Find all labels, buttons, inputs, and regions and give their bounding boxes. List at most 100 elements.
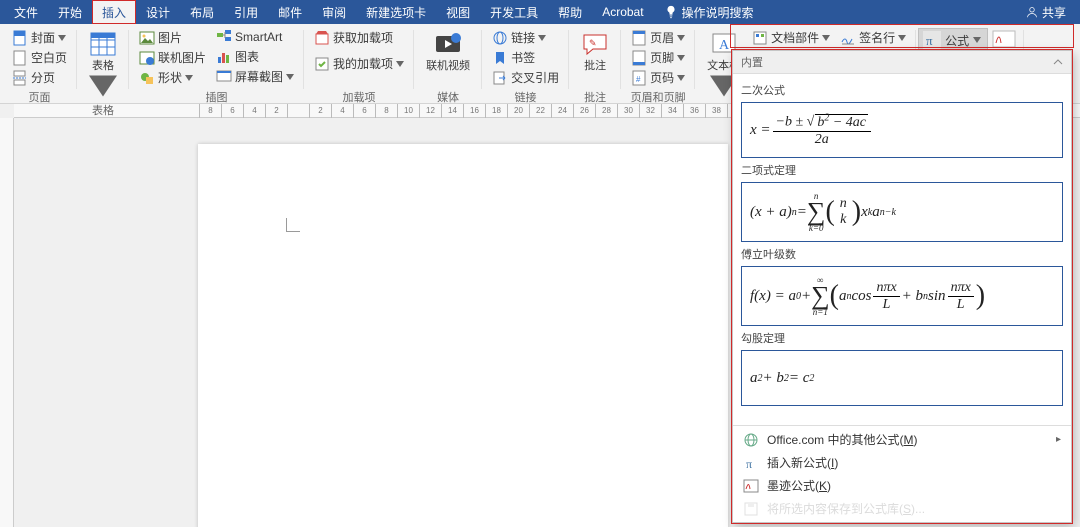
tab-acrobat[interactable]: Acrobat xyxy=(592,0,653,24)
group-header-footer: 页眉 页脚 #页码 页眉和页脚 xyxy=(621,26,695,103)
cover-page-icon xyxy=(12,30,28,46)
footer-icon xyxy=(631,50,647,66)
tab-view[interactable]: 视图 xyxy=(436,0,480,24)
more-equations-online-item[interactable]: Office.com 中的其他公式(M) ▸ xyxy=(733,428,1071,451)
equation-preset-card[interactable]: (x + a)n = n∑k=0 (nk) xkan−k xyxy=(741,182,1063,242)
shapes-button[interactable]: 形状 xyxy=(135,68,210,87)
ruler-tick: 24 xyxy=(551,104,573,118)
group-illustrations-label: 插图 xyxy=(135,89,298,103)
globe-icon xyxy=(743,432,759,448)
shapes-label: 形状 xyxy=(158,69,182,86)
signature-line-button[interactable]: 签名行 xyxy=(836,28,910,47)
group-header-footer-label: 页眉和页脚 xyxy=(627,89,689,103)
tab-developer[interactable]: 开发工具 xyxy=(480,0,548,24)
group-links: 链接 书签 交叉引用 链接 xyxy=(482,26,569,103)
link-button[interactable]: 链接 xyxy=(488,28,563,47)
group-addins-label: 加载项 xyxy=(310,89,408,103)
ruler-tick: 2 xyxy=(265,104,287,118)
quick-parts-label: 文档部件 xyxy=(771,29,819,46)
page-break-button[interactable]: 分页 xyxy=(8,68,71,87)
cover-page-button[interactable]: 封面 xyxy=(8,28,71,47)
group-media: 联机视频 媒体 xyxy=(414,26,482,103)
group-addins: 获取加载项 我的加载项 加载项 xyxy=(304,26,414,103)
caret-down-icon xyxy=(89,72,117,100)
tab-file[interactable]: 文件 xyxy=(4,0,48,24)
equation-gallery-header-label: 内置 xyxy=(741,54,763,70)
page-canvas[interactable] xyxy=(198,144,728,527)
screenshot-button[interactable]: 屏幕截图 xyxy=(212,67,298,86)
save-icon xyxy=(743,501,759,517)
caret-down-icon xyxy=(677,35,685,41)
table-button[interactable]: 表格 xyxy=(83,28,123,102)
equation-label: 公式 xyxy=(945,32,969,49)
caret-down-icon xyxy=(538,35,546,41)
equation-gallery-footer: Office.com 中的其他公式(M) ▸ π 插入新公式(I) 墨迹公式(K… xyxy=(733,425,1071,522)
insert-new-equation-item[interactable]: π 插入新公式(I) xyxy=(733,451,1071,474)
tab-insert[interactable]: 插入 xyxy=(92,0,136,24)
tab-references[interactable]: 引用 xyxy=(224,0,268,24)
equation-preset-card[interactable]: x = −b ± √b2 − 4ac2a xyxy=(741,102,1063,158)
share-button[interactable]: 共享 xyxy=(1018,0,1074,24)
ruler-tick xyxy=(287,104,309,118)
ruler-tick: 10 xyxy=(397,104,419,118)
ruler-tick: 30 xyxy=(617,104,639,118)
equation-preset-card[interactable]: a2 + b2 = c2 xyxy=(741,350,1063,406)
chevron-right-icon: ▸ xyxy=(1056,434,1061,445)
bookmark-icon xyxy=(492,50,508,66)
blank-page-button[interactable]: 空白页 xyxy=(8,48,71,67)
chevron-up-icon[interactable] xyxy=(1053,57,1063,67)
online-video-button[interactable]: 联机视频 xyxy=(420,28,476,74)
tab-custom[interactable]: 新建选项卡 xyxy=(356,0,436,24)
quick-parts-button[interactable]: 文档部件 xyxy=(748,28,834,47)
vertical-ruler[interactable] xyxy=(0,118,14,527)
header-icon xyxy=(631,30,647,46)
equation-button[interactable]: π 公式 xyxy=(918,28,988,52)
equation-gallery-scroll[interactable]: 二次公式x = −b ± √b2 − 4ac2a二项式定理(x + a)n = … xyxy=(733,74,1071,425)
ruler-tick: 4 xyxy=(331,104,353,118)
page-number-label: 页码 xyxy=(650,69,674,86)
ink-equation-ribbon-button[interactable] xyxy=(990,28,1018,50)
tell-me-search[interactable]: 操作说明搜索 xyxy=(654,0,764,24)
tab-review[interactable]: 审阅 xyxy=(312,0,356,24)
get-addins-button[interactable]: 获取加载项 xyxy=(310,28,408,47)
comment-icon: ✎ xyxy=(581,30,609,58)
caret-down-icon xyxy=(822,35,830,41)
equation-section-title: 二次公式 xyxy=(741,82,1063,98)
caret-down-icon xyxy=(396,61,404,67)
header-button[interactable]: 页眉 xyxy=(627,28,689,47)
footer-button[interactable]: 页脚 xyxy=(627,48,689,67)
tab-help[interactable]: 帮助 xyxy=(548,0,592,24)
ink-equation-item[interactable]: 墨迹公式(K) xyxy=(733,474,1071,497)
person-icon xyxy=(1026,6,1038,18)
bookmark-label: 书签 xyxy=(511,49,535,66)
store-icon xyxy=(314,30,330,46)
caret-down-icon xyxy=(185,75,193,81)
comment-label: 批注 xyxy=(584,60,606,72)
group-tables-label: 表格 xyxy=(83,102,123,116)
smartart-button[interactable]: SmartArt xyxy=(212,28,298,46)
menu-tabstrip: 文件 开始 插入 设计 布局 引用 邮件 审阅 新建选项卡 视图 开发工具 帮助… xyxy=(0,0,1080,24)
cross-ref-button[interactable]: 交叉引用 xyxy=(488,68,563,87)
svg-text:A: A xyxy=(719,38,730,53)
caret-down-icon xyxy=(677,75,685,81)
tab-layout[interactable]: 布局 xyxy=(180,0,224,24)
my-addins-button[interactable]: 我的加载项 xyxy=(310,54,408,73)
table-label: 表格 xyxy=(92,60,114,72)
pi-icon: π xyxy=(743,455,759,471)
tab-mailings[interactable]: 邮件 xyxy=(268,0,312,24)
equation-preset-card[interactable]: f(x) = a0 + ∞∑n=1 (an cos nπxL + bn sin … xyxy=(741,266,1063,326)
chart-button[interactable]: 图表 xyxy=(212,47,298,66)
tab-design[interactable]: 设计 xyxy=(136,0,180,24)
comment-button[interactable]: ✎ 批注 xyxy=(575,28,615,74)
ruler-tick: 8 xyxy=(375,104,397,118)
footer-label: 页脚 xyxy=(650,49,674,66)
page-number-button[interactable]: #页码 xyxy=(627,68,689,87)
picture-button[interactable]: 图片 xyxy=(135,28,210,47)
tab-home[interactable]: 开始 xyxy=(48,0,92,24)
ink-icon xyxy=(743,478,759,494)
bookmark-button[interactable]: 书签 xyxy=(488,48,563,67)
caret-down-icon xyxy=(973,37,981,43)
equation-gallery-header: 内置 xyxy=(733,51,1071,74)
online-picture-button[interactable]: 联机图片 xyxy=(135,48,210,67)
blank-page-icon xyxy=(12,50,28,66)
